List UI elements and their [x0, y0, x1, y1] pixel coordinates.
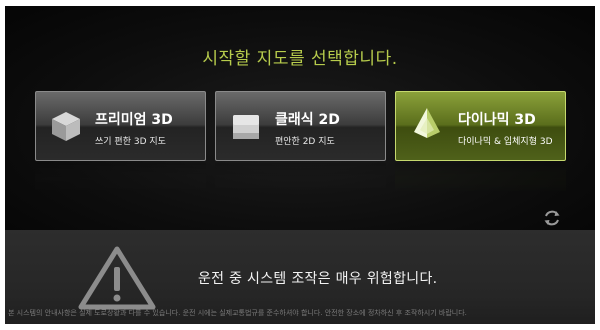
warning-text: 운전 중 시스템 조작은 매우 위험합니다. — [198, 271, 438, 287]
card-reflection — [215, 163, 386, 193]
card-reflection — [35, 163, 206, 193]
mode-title: 클래식 2D — [275, 112, 340, 128]
cube-3d-icon — [52, 112, 80, 141]
card-reflection — [395, 163, 566, 193]
map-select-screen: 시작할 지도를 선택합니다. 프리미엄 3D 쓰기 편한 3D 지도 클래식 2… — [5, 6, 595, 324]
top-panel: 시작할 지도를 선택합니다. 프리미엄 3D 쓰기 편한 3D 지도 클래식 2… — [5, 6, 595, 230]
pyramid-3d-icon — [414, 108, 440, 138]
mode-subtitle: 다이나믹 & 입체지형 3D — [458, 137, 553, 147]
mode-button-premium-3d[interactable]: 프리미엄 3D 쓰기 편한 3D 지도 — [35, 91, 206, 161]
mode-subtitle: 쓰기 편한 3D 지도 — [95, 137, 166, 147]
refresh-icon[interactable] — [542, 208, 562, 228]
mode-button-dynamic-3d[interactable]: 다이나믹 3D 다이나믹 & 입체지형 3D — [395, 91, 566, 161]
flat-map-2d-icon — [233, 115, 259, 139]
mode-button-classic-2d[interactable]: 클래식 2D 편안한 2D 지도 — [215, 91, 386, 161]
mode-title: 프리미엄 3D — [95, 112, 173, 128]
prompt-title: 시작할 지도를 선택합니다. — [202, 49, 398, 69]
footer-disclaimer: 본 시스템의 안내사항은 실제 도로상황과 다를 수 있습니다. 운전 시에는 … — [8, 309, 467, 317]
mode-subtitle: 편안한 2D 지도 — [275, 137, 335, 147]
mode-title: 다이나믹 3D — [458, 112, 536, 128]
warning-triangle-icon — [78, 246, 156, 310]
